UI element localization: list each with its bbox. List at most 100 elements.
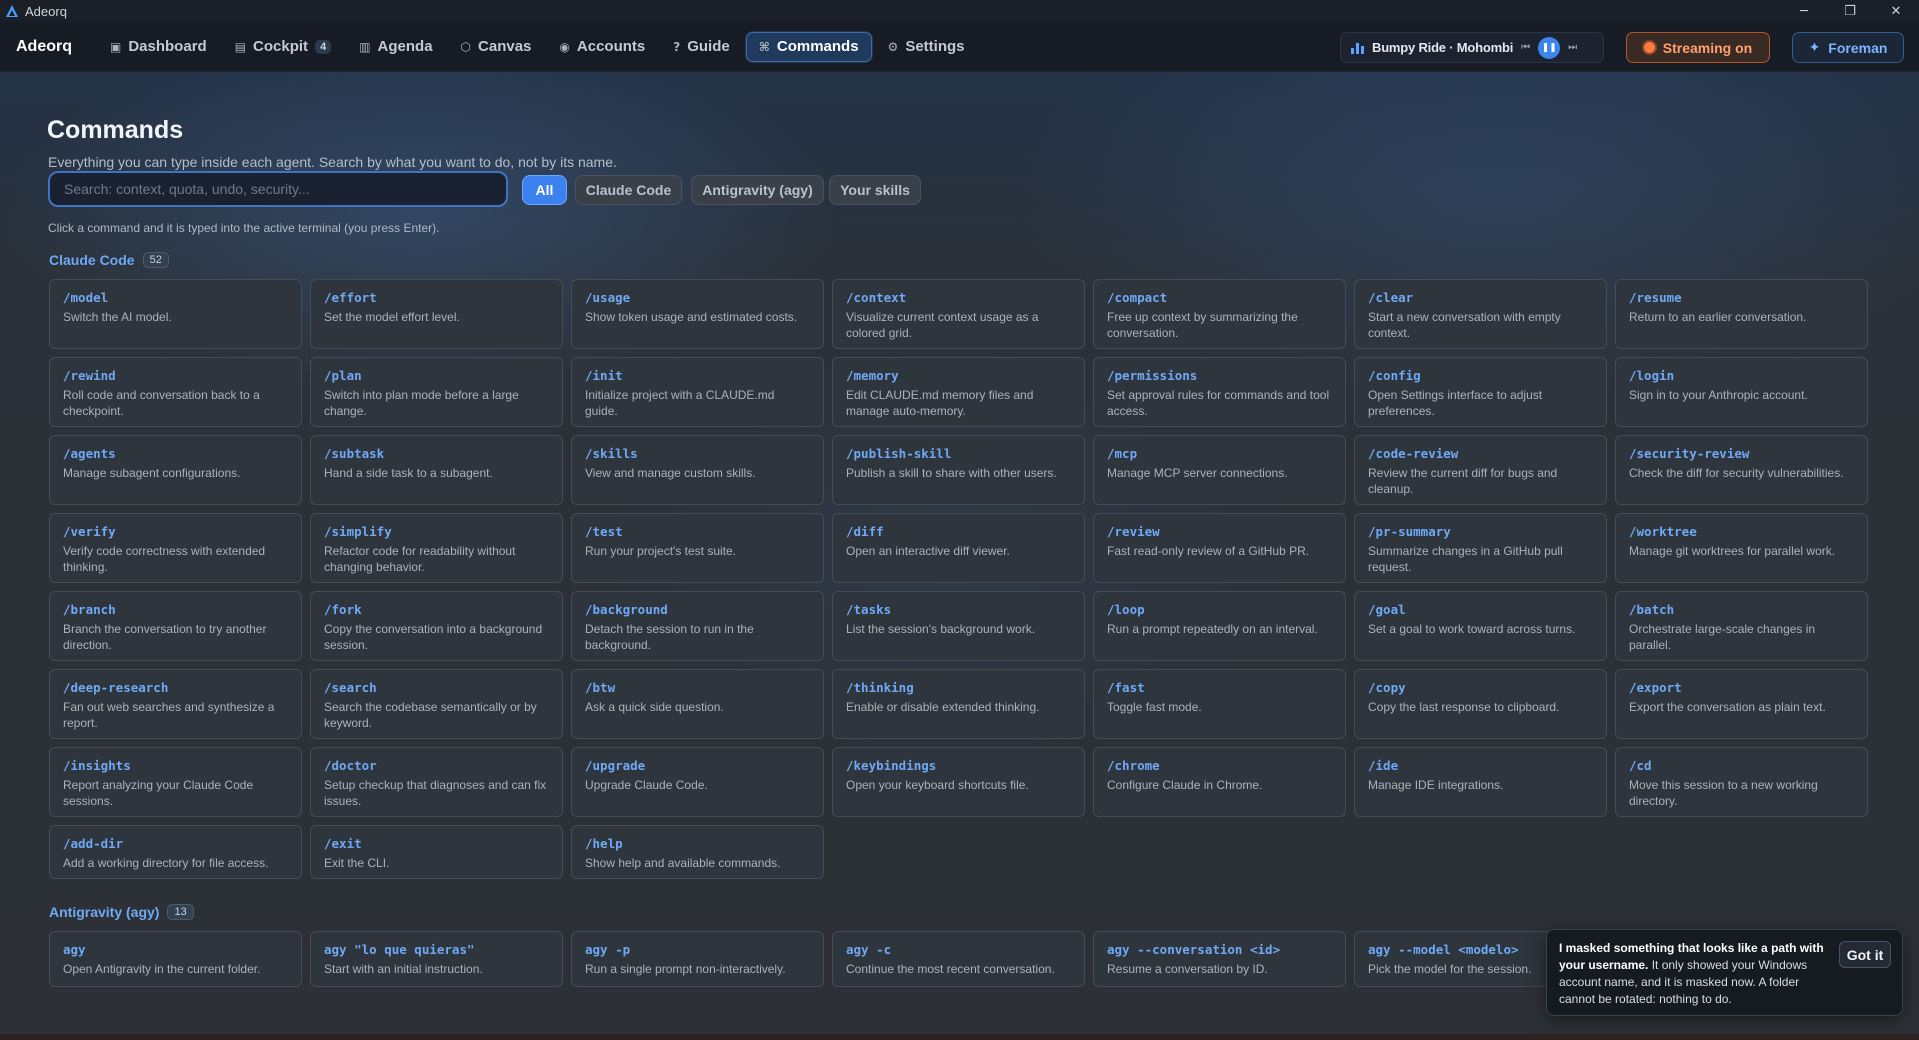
command-description: Publish a skill to share with other user… [846, 466, 1057, 480]
command-card[interactable]: /rewind Roll code and conversation back t… [49, 357, 302, 427]
command-card[interactable]: /insights Report analyzing your Claude Co… [49, 747, 302, 817]
command-card[interactable]: /ide Manage IDE integrations. [1354, 747, 1607, 817]
command-description: Hand a side task to a subagent. [324, 466, 493, 480]
command-card[interactable]: /login Sign in to your Anthropic account. [1615, 357, 1868, 427]
command-card[interactable]: /model Switch the AI model. [49, 279, 302, 349]
filter-all[interactable]: All [522, 175, 567, 205]
command-card[interactable]: /btw Ask a quick side question. [571, 669, 824, 739]
equalizer-icon [1351, 42, 1364, 54]
command-card[interactable]: /loop Run a prompt repeatedly on an inter… [1093, 591, 1346, 661]
command-card[interactable]: /config Open Settings interface to adjust… [1354, 357, 1607, 427]
nav-canvas[interactable]: ⬡ Canvas [449, 32, 544, 62]
command-card[interactable]: agy -c Continue the most recent conversat… [832, 931, 1085, 987]
command-card[interactable]: /review Fast read-only review of a GitHub… [1093, 513, 1346, 583]
brand-logo[interactable]: Adeorq [16, 38, 72, 56]
command-card[interactable]: /effort Set the model effort level. [310, 279, 563, 349]
nav-commands[interactable]: ⌘ Commands [745, 31, 872, 62]
command-card[interactable]: /verify Verify code correctness with exte… [49, 513, 302, 583]
command-card[interactable]: /publish-skill Publish a skill to share w… [832, 435, 1085, 505]
command-card[interactable]: /compact Free up context by summarizing t… [1093, 279, 1346, 349]
command-card[interactable]: /doctor Setup checkup that diagnoses and … [310, 747, 563, 817]
foreman-button[interactable]: ✦ Foreman [1792, 32, 1904, 63]
command-card[interactable]: agy --conversation <id> Resume a conversa… [1093, 931, 1346, 987]
search-input[interactable] [48, 171, 508, 207]
nav-dashboard[interactable]: ▣ Dashboard [98, 32, 219, 62]
nav-settings[interactable]: ⚙ Settings [876, 32, 977, 62]
command-card[interactable]: /fork Copy the conversation into a backgr… [310, 591, 563, 661]
command-card[interactable]: /background Detach the session to run in … [571, 591, 824, 661]
command-name: /loop [1107, 602, 1145, 617]
command-card[interactable]: /search Search the codebase semantically … [310, 669, 563, 739]
command-card[interactable]: /export Export the conversation as plain … [1615, 669, 1868, 739]
command-card[interactable]: /clear Start a new conversation with empt… [1354, 279, 1607, 349]
command-name: /deep-research [63, 680, 169, 695]
command-card[interactable]: /cd Move this session to a new working di… [1615, 747, 1868, 817]
command-card[interactable]: /tasks List the session's background work… [832, 591, 1085, 661]
command-card[interactable]: /subtask Hand a side task to a subagent. [310, 435, 563, 505]
command-card[interactable]: /fast Toggle fast mode. [1093, 669, 1346, 739]
command-name: /publish-skill [846, 446, 952, 461]
filter-claude-code[interactable]: Claude Code [575, 175, 682, 205]
usage-hint: Click a command and it is typed into the… [48, 221, 440, 235]
command-card[interactable]: /mcp Manage MCP server connections. [1093, 435, 1346, 505]
command-card[interactable]: agy Open Antigravity in the current folde… [49, 931, 302, 987]
command-card[interactable]: /upgrade Upgrade Claude Code. [571, 747, 824, 817]
command-card[interactable]: /agents Manage subagent configurations. [49, 435, 302, 505]
command-card[interactable]: /keybindings Open your keyboard shortcuts… [832, 747, 1085, 817]
command-card[interactable]: /add-dir Add a working directory for file… [49, 825, 302, 879]
music-player[interactable]: Bumpy Ride · Mohombi ⏮ ❚❚ ⏭ [1340, 32, 1604, 63]
next-track-icon[interactable]: ⏭ [1568, 42, 1577, 53]
command-card[interactable]: /batch Orchestrate large-scale changes in… [1615, 591, 1868, 661]
command-card[interactable]: /goal Set a goal to work toward across tu… [1354, 591, 1607, 661]
command-name: agy --conversation <id> [1107, 942, 1281, 957]
command-card[interactable]: /context Visualize current context usage … [832, 279, 1085, 349]
command-name: /copy [1368, 680, 1406, 695]
filter-your-skills[interactable]: Your skills [829, 175, 921, 205]
filter-antigravity[interactable]: Antigravity (agy) [691, 175, 824, 205]
command-description: Switch into plan mode before a large cha… [324, 388, 519, 418]
command-description: Initialize project with a CLAUDE.md guid… [585, 388, 775, 418]
command-card[interactable]: /diff Open an interactive diff viewer. [832, 513, 1085, 583]
bottom-strip [0, 1034, 1919, 1040]
nav-guide[interactable]: ? Guide [661, 32, 741, 62]
minimize-button[interactable]: ─ [1781, 0, 1827, 22]
record-dot-icon [1643, 42, 1655, 53]
command-description: Configure Claude in Chrome. [1107, 778, 1263, 792]
command-card[interactable]: /worktree Manage git worktrees for parall… [1615, 513, 1868, 583]
got-it-button[interactable]: Got it [1839, 941, 1891, 968]
command-name: /test [585, 524, 623, 539]
close-button[interactable]: ✕ [1873, 0, 1919, 22]
command-card[interactable]: agy -p Run a single prompt non-interactiv… [571, 931, 824, 987]
nav-accounts[interactable]: ◉ Accounts [547, 32, 657, 62]
command-card[interactable]: /skills View and manage custom skills. [571, 435, 824, 505]
command-card[interactable]: /plan Switch into plan mode before a larg… [310, 357, 563, 427]
command-card[interactable]: /usage Show token usage and estimated cos… [571, 279, 824, 349]
command-card[interactable]: /copy Copy the last response to clipboard… [1354, 669, 1607, 739]
guide-icon: ? [673, 39, 681, 54]
command-card[interactable]: /security-review Check the diff for secur… [1615, 435, 1868, 505]
command-card[interactable]: /memory Edit CLAUDE.md memory files and m… [832, 357, 1085, 427]
command-card[interactable]: /test Run your project's test suite. [571, 513, 824, 583]
command-card[interactable]: /pr-summary Summarize changes in a GitHub… [1354, 513, 1607, 583]
command-description: Visualize current context usage as a col… [846, 310, 1039, 340]
command-card[interactable]: /simplify Refactor code for readability w… [310, 513, 563, 583]
command-card[interactable]: /chrome Configure Claude in Chrome. [1093, 747, 1346, 817]
command-card[interactable]: /exit Exit the CLI. [310, 825, 563, 879]
agenda-icon: ▥ [359, 39, 371, 54]
maximize-button[interactable]: ❐ [1827, 0, 1873, 22]
command-name: /thinking [846, 680, 914, 695]
command-card[interactable]: /init Initialize project with a CLAUDE.md… [571, 357, 824, 427]
command-card[interactable]: /branch Branch the conversation to try an… [49, 591, 302, 661]
pause-icon[interactable]: ❚❚ [1538, 36, 1561, 59]
streaming-toggle[interactable]: Streaming on [1626, 32, 1770, 63]
command-card[interactable]: /deep-research Fan out web searches and s… [49, 669, 302, 739]
command-card[interactable]: /thinking Enable or disable extended thin… [832, 669, 1085, 739]
command-card[interactable]: agy "lo que quieras" Start with an initia… [310, 931, 563, 987]
nav-cockpit[interactable]: ▤ Cockpit 4 [223, 32, 343, 62]
command-card[interactable]: /help Show help and available commands. [571, 825, 824, 879]
command-card[interactable]: /resume Return to an earlier conversation… [1615, 279, 1868, 349]
command-card[interactable]: /permissions Set approval rules for comma… [1093, 357, 1346, 427]
previous-track-icon[interactable]: ⏮ [1521, 42, 1530, 53]
command-card[interactable]: /code-review Review the current diff for … [1354, 435, 1607, 505]
nav-agenda[interactable]: ▥ Agenda [347, 32, 444, 62]
